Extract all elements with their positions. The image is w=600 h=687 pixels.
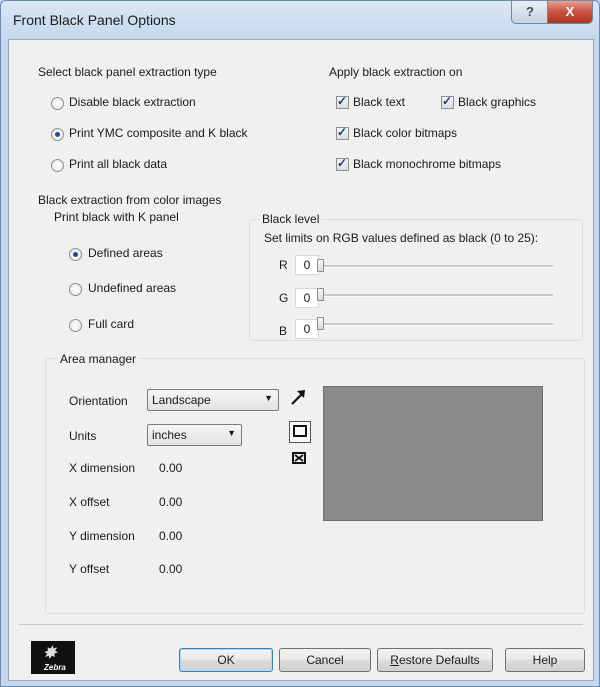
channel-r-input[interactable]: 0	[295, 255, 319, 275]
channel-b-slider-track[interactable]	[321, 323, 553, 326]
y-offset-label: Y offset	[69, 562, 110, 576]
black-level-heading: Black level	[260, 212, 322, 226]
checkbox-black-color-bitmaps-label[interactable]: Black color bitmaps	[353, 126, 457, 140]
rectangle-tool-icon[interactable]	[289, 421, 311, 443]
zebra-logo: ✸ Zebra	[31, 641, 75, 674]
x-dimension-value: 0.00	[159, 461, 183, 475]
checkbox-black-graphics-label[interactable]: Black graphics	[458, 95, 536, 109]
restore-defaults-button[interactable]: Restore Defaults	[377, 648, 493, 672]
checkbox-black-monochrome-bitmaps-label[interactable]: Black monochrome bitmaps	[353, 157, 501, 171]
radio-undefined-areas-label[interactable]: Undefined areas	[88, 281, 176, 295]
ok-button[interactable]: OK	[179, 648, 273, 672]
radio-full-card-label[interactable]: Full card	[88, 317, 134, 331]
checkbox-black-text-label[interactable]: Black text	[353, 95, 405, 109]
channel-b-slider-thumb[interactable]	[317, 317, 324, 330]
radio-defined-areas-label[interactable]: Defined areas	[88, 246, 163, 260]
channel-r-slider-thumb[interactable]	[317, 259, 324, 272]
color-images-heading: Black extraction from color images	[38, 193, 222, 207]
restore-defaults-label: estore Defaults	[398, 653, 480, 667]
radio-full-card[interactable]	[69, 319, 82, 332]
apply-on-heading: Apply black extraction on	[329, 65, 463, 79]
delete-area-icon[interactable]	[289, 449, 309, 469]
extraction-type-heading: Select black panel extraction type	[38, 65, 217, 79]
help-button[interactable]: Help	[505, 648, 585, 672]
y-offset-value: 0.00	[159, 562, 183, 576]
channel-b-input[interactable]: 0	[295, 319, 319, 339]
zebra-head-icon: ✸	[43, 645, 57, 662]
radio-print-all-black[interactable]	[51, 159, 64, 172]
title-close-button[interactable]: X	[547, 1, 593, 24]
arrow-pointer-icon[interactable]	[288, 388, 308, 408]
title-help-button[interactable]: ?	[511, 1, 549, 24]
x-offset-value: 0.00	[159, 495, 183, 509]
checkbox-black-text[interactable]	[336, 94, 349, 109]
black-level-description: Set limits on RGB values defined as blac…	[264, 231, 539, 245]
orientation-select-value: Landscape	[152, 393, 211, 407]
x-dimension-label: X dimension	[69, 461, 136, 475]
channel-b-label: B	[279, 324, 288, 338]
units-select-value: inches	[152, 428, 187, 442]
card-preview-area[interactable]	[323, 386, 543, 521]
chevron-down-icon: ▼	[227, 428, 236, 438]
zebra-logo-text: Zebra	[44, 663, 66, 672]
radio-print-all-black-label[interactable]: Print all black data	[69, 157, 167, 171]
orientation-select[interactable]: Landscape ▼	[147, 389, 279, 411]
units-label: Units	[69, 429, 97, 443]
radio-print-ymc-composite[interactable]	[51, 128, 64, 141]
y-dimension-label: Y dimension	[69, 529, 135, 543]
footer-separator	[19, 624, 583, 625]
restore-defaults-mnemonic: R	[390, 653, 399, 667]
radio-defined-areas[interactable]	[69, 248, 82, 261]
title-bar: Front Black Panel Options ? X	[1, 1, 599, 39]
channel-r-slider-track[interactable]	[321, 265, 553, 268]
x-offset-label: X offset	[69, 495, 110, 509]
chevron-down-icon: ▼	[264, 393, 273, 403]
channel-g-label: G	[279, 291, 289, 305]
radio-print-ymc-composite-label[interactable]: Print YMC composite and K black	[69, 126, 248, 140]
area-manager-heading: Area manager	[57, 352, 140, 366]
window-title: Front Black Panel Options	[13, 12, 176, 28]
checkbox-black-color-bitmaps[interactable]	[336, 125, 349, 140]
y-dimension-value: 0.00	[159, 529, 183, 543]
dialog-client-area: Select black panel extraction type Disab…	[8, 39, 594, 681]
channel-r-label: R	[279, 258, 288, 272]
channel-g-slider-thumb[interactable]	[317, 288, 324, 301]
channel-g-slider-track[interactable]	[321, 294, 553, 297]
checkbox-black-graphics[interactable]	[441, 94, 454, 109]
orientation-label: Orientation	[69, 394, 128, 408]
channel-g-input[interactable]: 0	[295, 288, 319, 308]
radio-disable-black-extraction-label[interactable]: Disable black extraction	[69, 95, 196, 109]
units-select[interactable]: inches ▼	[147, 424, 242, 446]
checkbox-black-monochrome-bitmaps[interactable]	[336, 156, 349, 171]
radio-undefined-areas[interactable]	[69, 283, 82, 296]
cancel-button[interactable]: Cancel	[279, 648, 371, 672]
radio-disable-black-extraction[interactable]	[51, 97, 64, 110]
dialog-window: Front Black Panel Options ? X Select bla…	[0, 0, 600, 687]
k-panel-heading: Print black with K panel	[54, 210, 179, 224]
